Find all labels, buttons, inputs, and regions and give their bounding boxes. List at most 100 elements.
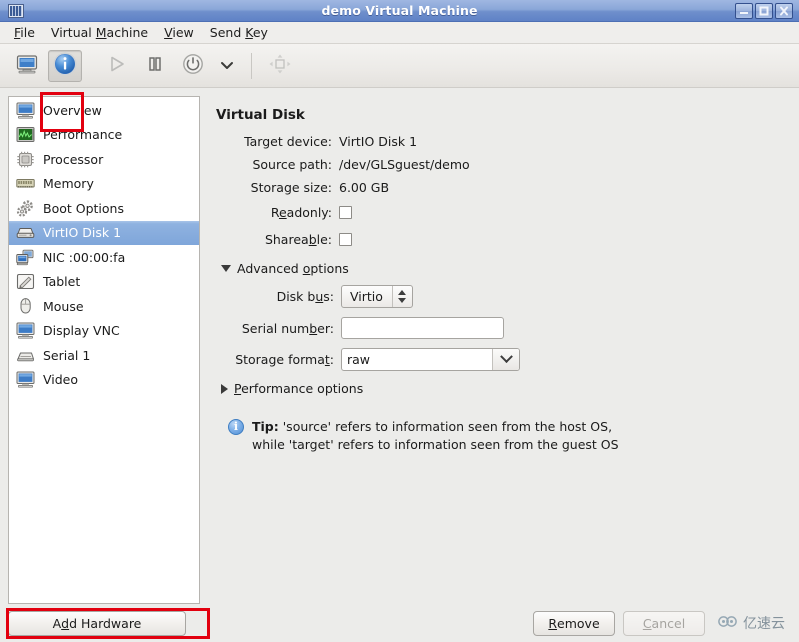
shareable-label: Shareable:: [264, 232, 332, 247]
menu-send-key[interactable]: Send Key: [202, 23, 276, 42]
sidebar-item-label: Processor: [43, 151, 104, 167]
pause-button[interactable]: [138, 50, 172, 82]
monitor-icon: [16, 322, 35, 339]
serial-port-icon: [16, 347, 35, 364]
serial-number-input[interactable]: [341, 317, 504, 339]
row-source-path: Source path: /dev/GLSguest/demo: [216, 155, 781, 174]
remove-button[interactable]: Remove: [533, 610, 615, 636]
advanced-options-body: Disk bus: Virtio Serial number: Storage …: [216, 285, 781, 396]
disk-bus-combo[interactable]: Virtio: [341, 285, 413, 308]
play-icon: [106, 54, 128, 78]
fullscreen-icon: [268, 53, 292, 79]
maximize-button[interactable]: [755, 2, 773, 19]
storage-format-combo[interactable]: raw: [341, 348, 520, 371]
shutdown-button[interactable]: [176, 50, 210, 82]
menu-bar: File Virtual Machine View Send Key: [0, 22, 799, 44]
tip-prefix: Tip:: [252, 419, 279, 434]
minimize-button[interactable]: [735, 2, 753, 19]
readonly-checkbox[interactable]: [339, 206, 352, 219]
sidebar-item-label: Memory: [43, 176, 94, 192]
shareable-checkbox[interactable]: [339, 233, 352, 246]
row-storage-size: Storage size: 6.00 GB: [216, 178, 781, 197]
tip-message: i Tip: 'source' refers to information se…: [228, 418, 648, 454]
sidebar-item-memory[interactable]: Memory: [9, 172, 199, 197]
hardware-list[interactable]: Overview Performance Processor Memory Bo…: [8, 96, 200, 604]
cancel-button[interactable]: Cancel: [623, 610, 705, 636]
sidebar-item-serial-1[interactable]: Serial 1: [9, 343, 199, 368]
sidebar-item-boot-options[interactable]: Boot Options: [9, 196, 199, 221]
sidebar-item-label: Serial 1: [43, 347, 91, 363]
sidebar-item-nic[interactable]: NIC :00:00:fa: [9, 245, 199, 270]
advanced-options-expander[interactable]: Advanced options: [221, 261, 781, 276]
bottom-bar: Add Hardware Remove Cancel 亿速云: [0, 604, 799, 642]
menu-virtual-machine[interactable]: Virtual Machine: [43, 23, 156, 42]
source-path-value: /dev/GLSguest/demo: [339, 157, 470, 172]
menu-file[interactable]: File: [6, 23, 43, 42]
performance-graph-icon: [16, 126, 35, 143]
mouse-icon: [16, 297, 35, 315]
toolbar-separator: [251, 52, 252, 79]
shutdown-menu-button[interactable]: [214, 50, 240, 82]
chevron-down-icon[interactable]: [492, 349, 519, 370]
cpu-chip-icon: [16, 151, 35, 168]
sidebar-item-mouse[interactable]: Mouse: [9, 294, 199, 319]
menu-view[interactable]: View: [156, 23, 202, 42]
sidebar-item-display-vnc[interactable]: Display VNC: [9, 319, 199, 344]
tip-text: Tip: 'source' refers to information seen…: [252, 418, 619, 454]
power-icon: [181, 52, 205, 80]
chevron-right-icon: [221, 383, 228, 394]
advanced-options-label: Advanced options: [237, 261, 349, 276]
sidebar-item-label: NIC :00:00:fa: [43, 249, 126, 265]
performance-options-expander[interactable]: Performance options: [221, 381, 781, 396]
row-shareable: Shareable:: [216, 230, 781, 249]
memory-stick-icon: [16, 175, 35, 192]
target-device-label: Target device:: [244, 134, 332, 149]
target-device-value: VirtIO Disk 1: [339, 134, 418, 149]
performance-options-label: Performance options: [234, 381, 364, 396]
sidebar-item-virtio-disk-1[interactable]: VirtIO Disk 1: [9, 220, 199, 245]
sidebar-item-video[interactable]: Video: [9, 368, 199, 393]
storage-size-label: Storage size:: [250, 180, 332, 195]
sidebar-item-processor[interactable]: Processor: [9, 147, 199, 172]
sidebar-item-performance[interactable]: Performance: [9, 123, 199, 148]
page-title: Virtual Disk: [216, 107, 305, 123]
close-button[interactable]: [775, 2, 793, 19]
sidebar-item-overview[interactable]: Overview: [9, 98, 199, 123]
show-console-button[interactable]: [10, 50, 44, 82]
sidebar-item-label: Performance: [43, 127, 123, 143]
title-bar: demo Virtual Machine: [0, 0, 799, 22]
sidebar-item-label: Display VNC: [43, 323, 120, 339]
sidebar-item-tablet[interactable]: Tablet: [9, 270, 199, 295]
show-details-button[interactable]: [48, 49, 82, 82]
info-icon: [52, 51, 78, 81]
fullscreen-button[interactable]: [263, 50, 297, 82]
monitor-icon: [16, 102, 35, 119]
network-card-icon: [16, 249, 35, 266]
content-area: Overview Performance Processor Memory Bo…: [0, 88, 799, 604]
details-panel: Virtual Disk Target device: VirtIO Disk …: [210, 96, 791, 604]
sidebar-item-label: Boot Options: [43, 200, 124, 216]
run-button[interactable]: [100, 50, 134, 82]
watermark-text: 亿速云: [743, 616, 785, 632]
watermark: 亿速云: [713, 611, 791, 635]
readonly-label: Readonly:: [270, 205, 332, 220]
window-controls: [735, 2, 796, 19]
source-path-label: Source path:: [252, 157, 332, 172]
storage-format-value: raw: [347, 352, 371, 367]
sidebar-item-label: Mouse: [43, 298, 84, 314]
tip-line2: while 'target' refers to information see…: [252, 436, 619, 452]
add-hardware-button[interactable]: Add Hardware: [8, 610, 186, 636]
row-storage-format: Storage format: raw: [216, 348, 781, 371]
cloud-logo-icon: [717, 614, 739, 633]
spinner-arrows-icon[interactable]: [391, 286, 412, 307]
dialog-actions: Remove Cancel 亿速云: [533, 610, 791, 636]
gears-icon: [16, 200, 35, 217]
chevron-down-icon: [219, 56, 235, 75]
disk-bus-value: Virtio: [350, 289, 383, 304]
row-disk-bus: Disk bus: Virtio: [216, 285, 781, 308]
disk-bus-label: Disk bus:: [276, 289, 334, 304]
row-target-device: Target device: VirtIO Disk 1: [216, 132, 781, 151]
serial-number-label: Serial number:: [241, 320, 334, 336]
virt-manager-window: demo Virtual Machine File Virtual Machin…: [0, 0, 799, 642]
chevron-down-icon: [221, 265, 231, 272]
